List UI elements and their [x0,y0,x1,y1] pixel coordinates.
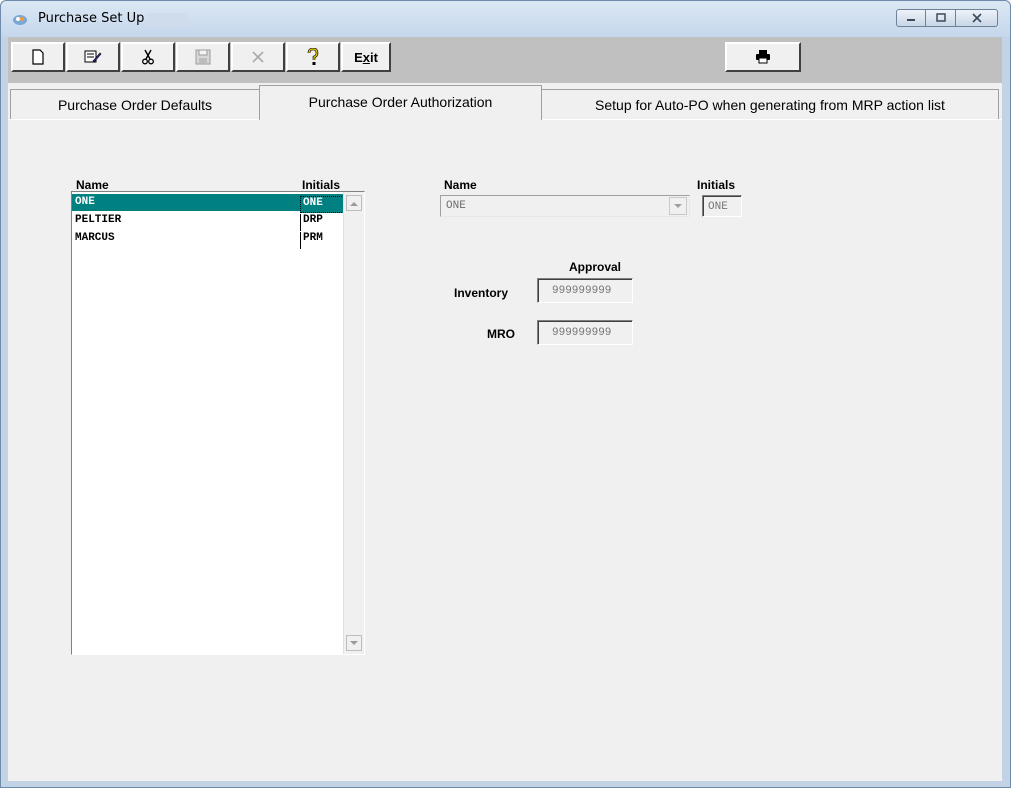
client-area: Exit Purchase Order Defaults Purchase Or… [8,37,1002,781]
inventory-approval-value: 999999999 [552,285,612,297]
exit-label: Exit [354,49,378,65]
tab-label: Purchase Order Authorization [308,94,493,110]
title-highlight [147,13,187,27]
mro-approval-value: 999999999 [552,327,612,339]
cut-button[interactable] [121,42,175,72]
list-scrollbar[interactable] [343,192,364,654]
scroll-up-button[interactable] [346,195,362,211]
inventory-approval-field[interactable]: 999999999 [537,278,633,303]
close-button[interactable] [956,9,998,27]
tab-purchase-order-defaults[interactable]: Purchase Order Defaults [10,89,260,119]
minimize-button[interactable] [896,9,926,27]
list-item[interactable]: ONE ONE [72,194,344,213]
list-item[interactable]: PELTIER DRP [72,212,344,231]
list-header-initials: Initials [302,178,341,192]
mro-approval-field[interactable]: 999999999 [537,320,633,345]
close-icon [971,13,982,23]
title-bar[interactable]: Purchase Set Up [1,1,1010,37]
app-icon [13,15,27,25]
chevron-up-icon [350,201,358,206]
name-dropdown-value: ONE [446,200,466,212]
list-item-initials: ONE [300,196,344,213]
list-item-name: ONE [75,196,95,208]
list-item-initials: DRP [300,214,344,231]
list-item-name: PELTIER [75,214,122,226]
authorization-list[interactable]: ONE ONE PELTIER DRP MARCUS PRM [71,191,365,655]
maximize-button[interactable] [926,9,956,27]
scroll-down-button[interactable] [346,635,362,651]
print-icon [756,50,770,64]
save-icon [195,49,211,65]
cut-icon [142,49,154,65]
help-button[interactable] [286,42,340,72]
chevron-down-icon [674,203,682,208]
toolbar: Exit [8,37,1002,83]
cancel-button[interactable] [231,42,285,72]
list-header-name: Name [76,178,109,192]
chevron-down-icon [350,640,358,645]
print-button[interactable] [725,42,801,72]
edit-button[interactable] [66,42,120,72]
new-button[interactable] [11,42,65,72]
list-item-initials: PRM [300,232,344,249]
initials-field-value: ONE [708,201,728,213]
list-item[interactable]: MARCUS PRM [72,230,344,249]
tab-auto-po-setup[interactable]: Setup for Auto-PO when generating from M… [541,89,999,119]
help-icon [307,48,319,65]
detail-initials-label: Initials [697,178,736,192]
list-item-name: MARCUS [75,232,115,244]
cancel-icon [252,51,264,63]
edit-icon [84,50,102,63]
dropdown-button[interactable] [669,197,687,215]
inventory-label: Inventory [454,286,509,300]
mro-label: MRO [487,327,515,341]
exit-button[interactable]: Exit [341,42,391,72]
tab-strip: Purchase Order Defaults Purchase Order A… [8,83,1002,120]
initials-field[interactable]: ONE [702,195,742,217]
window-controls [896,9,998,29]
detail-name-label: Name [444,178,477,192]
purchase-setup-window: Purchase Set Up Exit Purchase Order Defa… [0,0,1011,788]
tab-purchase-order-authorization[interactable]: Purchase Order Authorization [259,85,542,120]
save-button[interactable] [176,42,230,72]
maximize-icon [935,13,946,22]
tab-label: Purchase Order Defaults [57,96,213,113]
new-document-icon [32,49,44,65]
approval-header: Approval [569,260,622,274]
minimize-icon [907,19,915,21]
tab-label: Setup for Auto-PO when generating from M… [595,96,945,113]
window-title: Purchase Set Up [38,11,145,26]
name-dropdown[interactable]: ONE [440,195,690,217]
